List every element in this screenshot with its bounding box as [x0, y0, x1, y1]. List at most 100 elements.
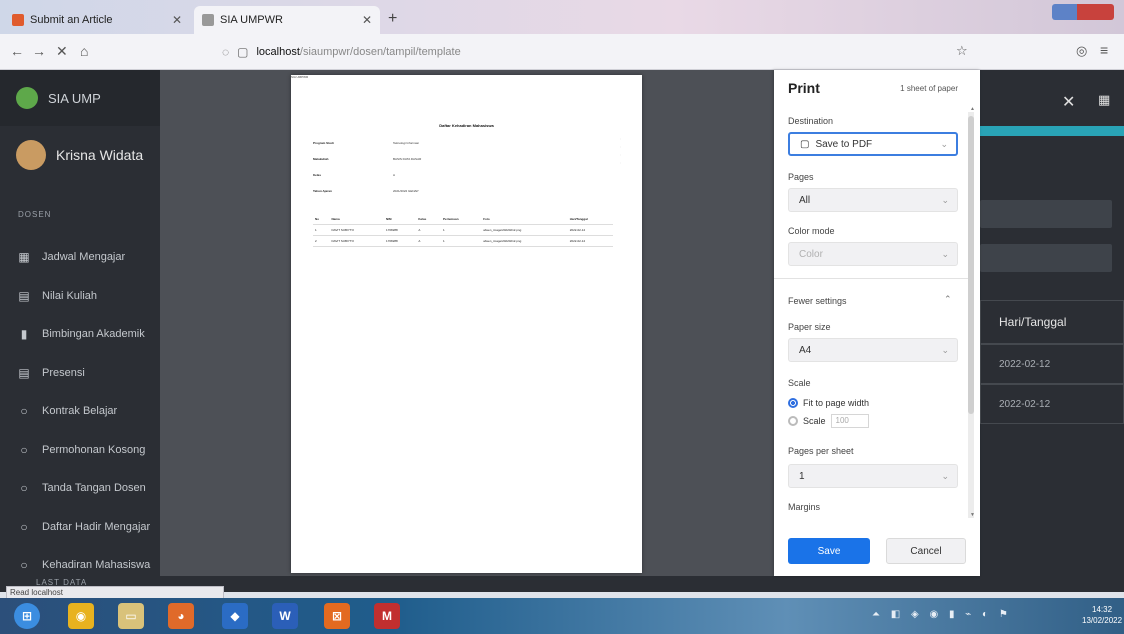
tab-close-icon[interactable]: ✕: [172, 13, 182, 27]
start-orb-icon[interactable]: ⊞: [14, 603, 40, 629]
sidebar-menu: ▦ Jadwal Mengajar ▤ Nilai Kuliah ▮ Bimbingan …: [16, 238, 150, 585]
table-cell: 1: [441, 235, 482, 247]
sidebar-item-label: Kehadiran Mahasiswa: [42, 559, 151, 572]
scrollbar-thumb[interactable]: [968, 116, 974, 414]
margins-label: Margins: [788, 502, 821, 512]
destination-select[interactable]: ▢ Save to PDF ⌄: [788, 132, 958, 156]
url-host: localhost: [256, 46, 300, 58]
tab-sia-umpwr[interactable]: SIA UMPWR ✕: [194, 6, 380, 34]
taskbar-clock[interactable]: 14:32 13/02/2022: [1082, 604, 1122, 626]
chrome-icon[interactable]: ◉: [68, 603, 94, 629]
new-tab-icon[interactable]: +: [388, 10, 397, 28]
color-mode-select[interactable]: Color ⌄: [788, 242, 958, 266]
virtualbox-icon[interactable]: ◆: [222, 603, 248, 629]
hamburger-menu-icon[interactable]: ≡: [1100, 42, 1108, 58]
fit-to-width-radio[interactable]: Fit to page width: [788, 398, 869, 408]
sidebar-item[interactable]: ▦ Jadwal Mengajar: [16, 238, 150, 277]
sidebar-item-label: Presensi: [42, 366, 85, 379]
stop-icon[interactable]: ✕: [56, 43, 68, 60]
table-header-cell: Pertemuan: [441, 214, 482, 225]
pages-value: All: [799, 194, 811, 206]
sidebar-item[interactable]: ▤ Nilai Kuliah: [16, 277, 150, 316]
window-controls[interactable]: [1052, 4, 1114, 20]
doc-field: Tahun Ajaran 2021/2022 GENAP: [313, 189, 419, 193]
paper-size-select[interactable]: A4 ⌄: [788, 338, 958, 362]
table-header-cell: Hari/Tanggal: [567, 214, 613, 225]
user-profile[interactable]: Krisna Widata: [16, 140, 143, 170]
circle-icon: ○: [20, 442, 28, 457]
paper-size-value: A4: [799, 344, 812, 356]
clock-time: 14:32: [1092, 605, 1113, 614]
explorer-icon[interactable]: ▭: [118, 603, 144, 629]
circle-icon: ○: [20, 481, 28, 496]
grid-menu-icon[interactable]: ▦: [1098, 92, 1110, 108]
sidebar-item[interactable]: ▤ Presensi: [16, 354, 150, 393]
sidebar-item[interactable]: ○ Kontrak Belajar: [16, 392, 150, 431]
table-header-cell: Kelas: [416, 214, 442, 225]
doc-field-value: Teknologi Informasi: [393, 141, 419, 145]
table-cell: A: [416, 224, 442, 236]
doc-field: Kelas A: [313, 173, 395, 177]
bookmark-star-icon[interactable]: ☆: [956, 43, 968, 59]
scrollbar[interactable]: [968, 112, 974, 518]
doc-field-value: BASIS DATA DASAR: [393, 157, 422, 161]
cancel-button[interactable]: Cancel: [886, 538, 966, 564]
xampp-icon[interactable]: ⊠: [324, 603, 350, 629]
scroll-up-icon[interactable]: ▲: [970, 106, 975, 112]
sidebar-item[interactable]: ○ Permohonan Kosong: [16, 431, 150, 470]
pages-per-sheet-label: Pages per sheet: [788, 446, 854, 456]
chevron-down-icon: ⌄: [941, 470, 949, 481]
filter-field[interactable]: [980, 200, 1112, 228]
word-icon[interactable]: W: [272, 603, 298, 629]
table-cell: A: [416, 235, 442, 247]
app-red-icon[interactable]: M: [374, 603, 400, 629]
home-icon[interactable]: ⌂: [80, 43, 88, 59]
sidebar-item-label: Kontrak Belajar: [42, 405, 118, 418]
pocket-icon[interactable]: ◎: [1076, 43, 1087, 59]
forward-icon[interactable]: →: [32, 43, 46, 59]
system-tray[interactable]: ⏶ ◧ ◈ ◉ ▮ ⌁ ◐ ⚑: [872, 609, 1012, 620]
table-cell: 1708288: [384, 224, 417, 236]
scale-input[interactable]: 100: [830, 414, 869, 428]
doc-field-key: Kelas: [313, 173, 322, 177]
table-cell: 1: [313, 224, 330, 236]
table-header: Hari/Tanggal: [980, 300, 1124, 344]
table-cell: 2022-02-12: [567, 235, 613, 247]
tab-close-icon[interactable]: ✕: [362, 13, 372, 27]
color-mode-label: Color mode: [788, 226, 835, 236]
pages-select[interactable]: All ⌄: [788, 188, 958, 212]
attendance-table: No Nama NIM Kelas Pertemuan Foto Hari/Tanggal …: [313, 214, 613, 247]
preview-page: SIA UMPWR Daftar Kehadiran Mahasiswa Pro…: [291, 75, 642, 573]
doc-field-value: 2021/2022 GENAP: [393, 189, 419, 193]
print-dialog: Print 1 sheet of paper Destination ▢ Sav…: [774, 70, 980, 576]
sidebar-item[interactable]: ○ Tanda Tangan Dosen: [16, 469, 150, 508]
fewer-settings-toggle[interactable]: Fewer settings: [788, 296, 847, 306]
firefox-icon[interactable]: ◕: [168, 603, 194, 629]
sidebar-item-label: Daftar Hadir Mengajar: [42, 520, 151, 533]
chevron-up-icon[interactable]: ⌃: [944, 294, 952, 305]
table-header-cell: Foto: [481, 214, 568, 225]
scale-radio[interactable]: Scale 100: [788, 414, 869, 428]
scroll-down-icon[interactable]: ▼: [970, 512, 975, 518]
fit-option-label: Fit to page width: [803, 398, 870, 408]
pages-per-sheet-select[interactable]: 1 ⌄: [788, 464, 958, 488]
tab-submit-article[interactable]: Submit an Article ✕: [4, 6, 190, 34]
filter-field[interactable]: [980, 244, 1112, 272]
address-bar[interactable]: ◌ ▢ localhost /siaumpwr/dosen/tampil/tem…: [222, 41, 962, 63]
browser-tab-bar: Submit an Article ✕ SIA UMPWR ✕ +: [0, 0, 1124, 34]
sidebar-item-label: Nilai Kuliah: [42, 289, 98, 302]
brand-name: SIA UMP: [48, 90, 101, 106]
doc-field: Program Studi Teknologi Informasi: [313, 141, 419, 145]
doc-field-key: Tahun Ajaran: [313, 189, 332, 193]
back-icon[interactable]: ←: [10, 43, 24, 59]
logo-icon: [16, 87, 38, 109]
sidebar-item[interactable]: ▮ Bimbingan Akademik: [16, 315, 150, 354]
pages-label: Pages: [788, 172, 814, 182]
sidebar-section-title: DOSEN: [18, 210, 52, 219]
save-button[interactable]: Save: [788, 538, 870, 564]
sheet-count: 1 sheet of paper: [900, 84, 958, 93]
tab-label: SIA UMPWR: [220, 14, 283, 26]
sidebar-item[interactable]: ○ Daftar Hadir Mengajar: [16, 508, 150, 547]
paper-size-label: Paper size: [788, 322, 831, 332]
close-icon[interactable]: ✕: [1062, 92, 1075, 112]
